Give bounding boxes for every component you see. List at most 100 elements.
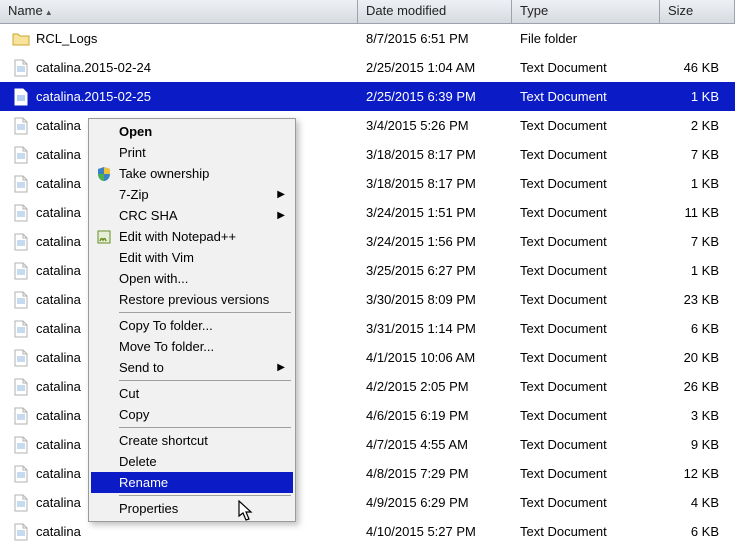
menu-separator bbox=[119, 427, 291, 428]
file-name: catalina bbox=[36, 466, 81, 481]
menu-item[interactable]: CRC SHA▶ bbox=[91, 205, 293, 226]
file-type: Text Document bbox=[512, 321, 660, 336]
context-menu: OpenPrintTake ownership7-Zip▶CRC SHA▶Edi… bbox=[88, 118, 296, 522]
chevron-right-icon: ▶ bbox=[277, 362, 285, 373]
file-size: 1 KB bbox=[660, 89, 735, 104]
file-icon bbox=[12, 88, 30, 106]
file-size: 4 KB bbox=[660, 495, 735, 510]
file-row[interactable]: catalina.2015-02-24 2/25/2015 1:04 AMText… bbox=[0, 53, 735, 82]
menu-item-label: Copy bbox=[119, 407, 149, 422]
menu-item[interactable]: Restore previous versions bbox=[91, 289, 293, 310]
folder-icon bbox=[12, 30, 30, 48]
menu-item[interactable]: Print bbox=[91, 142, 293, 163]
file-size: 46 KB bbox=[660, 60, 735, 75]
menu-item-label: Send to bbox=[119, 360, 164, 375]
file-name: catalina.2015-02-25 bbox=[36, 89, 151, 104]
file-size: 11 KB bbox=[660, 205, 735, 220]
file-date: 3/18/2015 8:17 PM bbox=[358, 176, 512, 191]
file-icon bbox=[12, 436, 30, 454]
menu-item-label: Edit with Vim bbox=[119, 250, 194, 265]
file-type: Text Document bbox=[512, 234, 660, 249]
menu-item-label: Take ownership bbox=[119, 166, 209, 181]
file-name: catalina bbox=[36, 379, 81, 394]
menu-item[interactable]: Properties bbox=[91, 498, 293, 519]
file-name: catalina bbox=[36, 205, 81, 220]
menu-item[interactable]: Delete bbox=[91, 451, 293, 472]
file-date: 4/7/2015 4:55 AM bbox=[358, 437, 512, 452]
menu-item[interactable]: Send to ▶ bbox=[91, 357, 293, 378]
menu-item[interactable]: Copy bbox=[91, 404, 293, 425]
file-size: 26 KB bbox=[660, 379, 735, 394]
file-date: 3/4/2015 5:26 PM bbox=[358, 118, 512, 133]
file-icon bbox=[12, 378, 30, 396]
menu-item[interactable]: Move To folder... bbox=[91, 336, 293, 357]
column-name[interactable]: Name▲ bbox=[0, 0, 358, 23]
file-icon bbox=[12, 465, 30, 483]
file-name: catalina bbox=[36, 524, 81, 539]
file-type: File folder bbox=[512, 31, 660, 46]
file-type: Text Document bbox=[512, 147, 660, 162]
file-icon bbox=[12, 320, 30, 338]
file-name: catalina.2015-02-24 bbox=[36, 60, 151, 75]
file-icon bbox=[12, 204, 30, 222]
file-type: Text Document bbox=[512, 60, 660, 75]
file-size: 7 KB bbox=[660, 234, 735, 249]
file-icon bbox=[12, 146, 30, 164]
file-date: 4/9/2015 6:29 PM bbox=[358, 495, 512, 510]
file-row[interactable]: catalina.2015-02-252/25/2015 6:39 PMText… bbox=[0, 82, 735, 111]
file-name: catalina bbox=[36, 292, 81, 307]
file-date: 3/31/2015 1:14 PM bbox=[358, 321, 512, 336]
file-type: Text Document bbox=[512, 350, 660, 365]
file-date: 2/25/2015 1:04 AM bbox=[358, 60, 512, 75]
menu-item[interactable]: Rename bbox=[91, 472, 293, 493]
menu-item[interactable]: Create shortcut bbox=[91, 430, 293, 451]
file-type: Text Document bbox=[512, 408, 660, 423]
file-size: 3 KB bbox=[660, 408, 735, 423]
menu-item[interactable]: Cut bbox=[91, 383, 293, 404]
menu-item[interactable]: Take ownership bbox=[91, 163, 293, 184]
file-type: Text Document bbox=[512, 263, 660, 278]
menu-item-label: Rename bbox=[119, 475, 168, 490]
menu-item[interactable]: Edit with Notepad++ bbox=[91, 226, 293, 247]
file-size: 20 KB bbox=[660, 350, 735, 365]
file-size: 6 KB bbox=[660, 524, 735, 539]
menu-item-label: Move To folder... bbox=[119, 339, 214, 354]
file-name: catalina bbox=[36, 495, 81, 510]
menu-item[interactable]: Open bbox=[91, 121, 293, 142]
file-name: catalina bbox=[36, 408, 81, 423]
file-name: catalina bbox=[36, 350, 81, 365]
chevron-right-icon: ▶ bbox=[277, 189, 285, 200]
file-name: catalina bbox=[36, 263, 81, 278]
file-row[interactable]: RCL_Logs8/7/2015 6:51 PMFile folder bbox=[0, 24, 735, 53]
column-header: Name▲ Date modified Type Size bbox=[0, 0, 735, 24]
menu-item-label: Delete bbox=[119, 454, 157, 469]
column-size[interactable]: Size bbox=[660, 0, 735, 23]
file-icon bbox=[12, 262, 30, 280]
menu-item[interactable]: Open with... bbox=[91, 268, 293, 289]
column-date[interactable]: Date modified bbox=[358, 0, 512, 23]
file-type: Text Document bbox=[512, 495, 660, 510]
file-date: 4/6/2015 6:19 PM bbox=[358, 408, 512, 423]
file-size: 12 KB bbox=[660, 466, 735, 481]
file-name: RCL_Logs bbox=[36, 31, 97, 46]
file-size: 7 KB bbox=[660, 147, 735, 162]
file-icon bbox=[12, 494, 30, 512]
menu-item-label: Open bbox=[119, 124, 152, 139]
file-date: 3/24/2015 1:51 PM bbox=[358, 205, 512, 220]
file-date: 3/24/2015 1:56 PM bbox=[358, 234, 512, 249]
menu-item[interactable]: 7-Zip ▶ bbox=[91, 184, 293, 205]
menu-item-label: 7-Zip bbox=[119, 187, 149, 202]
file-date: 4/2/2015 2:05 PM bbox=[358, 379, 512, 394]
menu-item-label: Edit with Notepad++ bbox=[119, 229, 236, 244]
menu-item-label: CRC SHA bbox=[119, 208, 178, 223]
file-type: Text Document bbox=[512, 89, 660, 104]
file-icon bbox=[12, 59, 30, 77]
file-date: 3/25/2015 6:27 PM bbox=[358, 263, 512, 278]
file-size: 1 KB bbox=[660, 263, 735, 278]
menu-item[interactable]: Edit with Vim bbox=[91, 247, 293, 268]
file-date: 3/30/2015 8:09 PM bbox=[358, 292, 512, 307]
file-type: Text Document bbox=[512, 205, 660, 220]
file-date: 3/18/2015 8:17 PM bbox=[358, 147, 512, 162]
column-type[interactable]: Type bbox=[512, 0, 660, 23]
menu-item[interactable]: Copy To folder... bbox=[91, 315, 293, 336]
